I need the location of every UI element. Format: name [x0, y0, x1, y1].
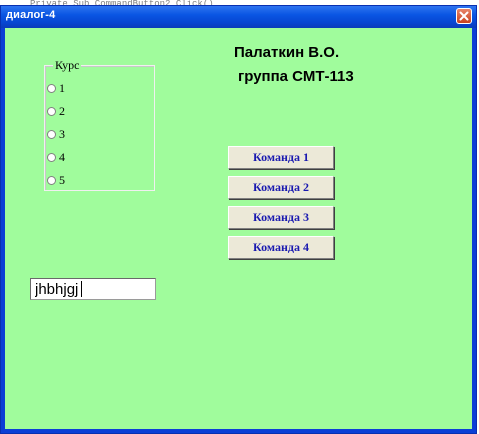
course-radio-2[interactable]: 2: [47, 104, 65, 118]
command-button-4[interactable]: Команда 4: [228, 236, 334, 259]
form-client-area: Палаткин В.О. группа СМТ-113 Курс 1 2 3 …: [5, 28, 472, 429]
radio-button-icon[interactable]: [47, 152, 56, 162]
radio-button-icon[interactable]: [47, 106, 56, 116]
close-button[interactable]: [456, 8, 472, 24]
command-button-1[interactable]: Команда 1: [228, 146, 334, 169]
radio-button-icon[interactable]: [47, 175, 56, 185]
course-frame: Курс 1 2 3 4 5: [44, 58, 155, 191]
course-radio-label: 4: [59, 149, 65, 164]
radio-button-icon[interactable]: [47, 83, 56, 93]
command-button-2[interactable]: Команда 2: [228, 176, 334, 199]
title-bar[interactable]: диалог-4: [1, 6, 476, 28]
course-radio-5[interactable]: 5: [47, 173, 65, 187]
window-title: диалог-4: [6, 9, 56, 21]
course-radio-1[interactable]: 1: [47, 81, 65, 95]
dialog-window: диалог-4 Палаткин В.О. группа СМТ-113 Ку…: [0, 5, 477, 434]
radio-button-icon[interactable]: [47, 129, 56, 139]
student-name-label: Палаткин В.О.: [234, 44, 340, 61]
course-radio-label: 5: [59, 172, 65, 187]
course-radio-4[interactable]: 4: [47, 150, 65, 164]
course-frame-legend: Курс: [53, 58, 82, 73]
student-group-label: группа СМТ-113: [238, 68, 354, 85]
text-input-field[interactable]: [30, 278, 156, 300]
command-button-3[interactable]: Команда 3: [228, 206, 334, 229]
course-radio-label: 1: [59, 80, 65, 95]
text-caret: [81, 281, 82, 297]
course-radio-label: 3: [59, 126, 65, 141]
course-radio-3[interactable]: 3: [47, 127, 65, 141]
course-radio-label: 2: [59, 103, 65, 118]
close-icon: [459, 11, 469, 21]
